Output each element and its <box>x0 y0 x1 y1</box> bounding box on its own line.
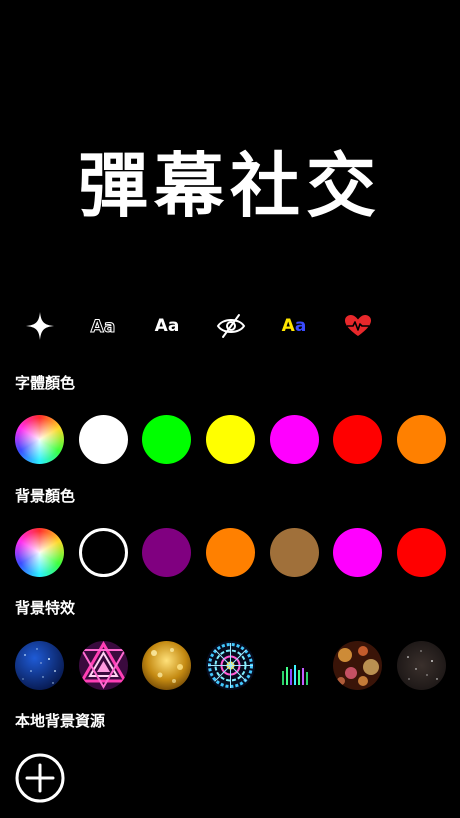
plus-circle-icon <box>15 753 65 803</box>
effect-starfield-blue[interactable] <box>15 641 64 690</box>
font-color-magenta[interactable] <box>270 415 319 464</box>
effect-aurora-bars[interactable] <box>270 641 319 690</box>
background-effect-row <box>0 641 460 691</box>
background-color-red[interactable] <box>397 528 446 577</box>
font-color-row <box>0 415 460 465</box>
local-background-label: 本地背景資源 <box>15 712 106 730</box>
effect-bokeh-lights[interactable] <box>333 641 382 690</box>
background-color-purple[interactable] <box>142 528 191 577</box>
effect-blue-kaleidoscope[interactable] <box>206 641 255 690</box>
font-color-white[interactable] <box>79 415 128 464</box>
app-title: 彈幕社交 <box>78 145 382 227</box>
background-effect-label: 背景特效 <box>15 599 76 617</box>
background-color-magenta[interactable] <box>333 528 382 577</box>
heartbeat-icon <box>345 315 371 336</box>
font-color-label: 字體顏色 <box>15 374 76 392</box>
effect-dark-stars[interactable] <box>397 641 446 690</box>
effect-gold-glitter[interactable] <box>142 641 191 690</box>
background-color-brown[interactable] <box>270 528 319 577</box>
plain-text-tool-button[interactable]: Aa <box>145 306 189 346</box>
background-color-rainbow[interactable] <box>15 528 64 577</box>
font-color-rainbow[interactable] <box>15 415 64 464</box>
font-color-green[interactable] <box>142 415 191 464</box>
background-color-orange[interactable] <box>206 528 255 577</box>
font-color-red[interactable] <box>333 415 382 464</box>
heartbeat-tool-button[interactable] <box>336 306 380 346</box>
background-color-none[interactable] <box>79 528 128 577</box>
eye-slash-icon <box>216 314 246 338</box>
outline-text-icon: Aa <box>90 317 116 338</box>
svg-text:Aa: Aa <box>91 317 116 337</box>
outline-text-tool-button[interactable]: Aa <box>81 306 125 346</box>
color-text-icon: Aa <box>281 316 307 336</box>
effect-neon-triangles[interactable] <box>79 641 128 690</box>
sparkle-tool-button[interactable] <box>18 306 62 346</box>
font-color-orange[interactable] <box>397 415 446 464</box>
color-text-tool-button[interactable]: Aa <box>272 306 316 346</box>
plain-text-icon: Aa <box>154 316 180 336</box>
sparkle-icon <box>26 312 54 340</box>
effect-toolbar: Aa Aa Aa <box>0 306 460 346</box>
background-color-row <box>0 528 460 578</box>
add-local-background-button[interactable] <box>15 753 65 803</box>
font-color-yellow[interactable] <box>206 415 255 464</box>
background-color-label: 背景顏色 <box>15 487 76 505</box>
hide-danmaku-button[interactable] <box>209 306 253 346</box>
